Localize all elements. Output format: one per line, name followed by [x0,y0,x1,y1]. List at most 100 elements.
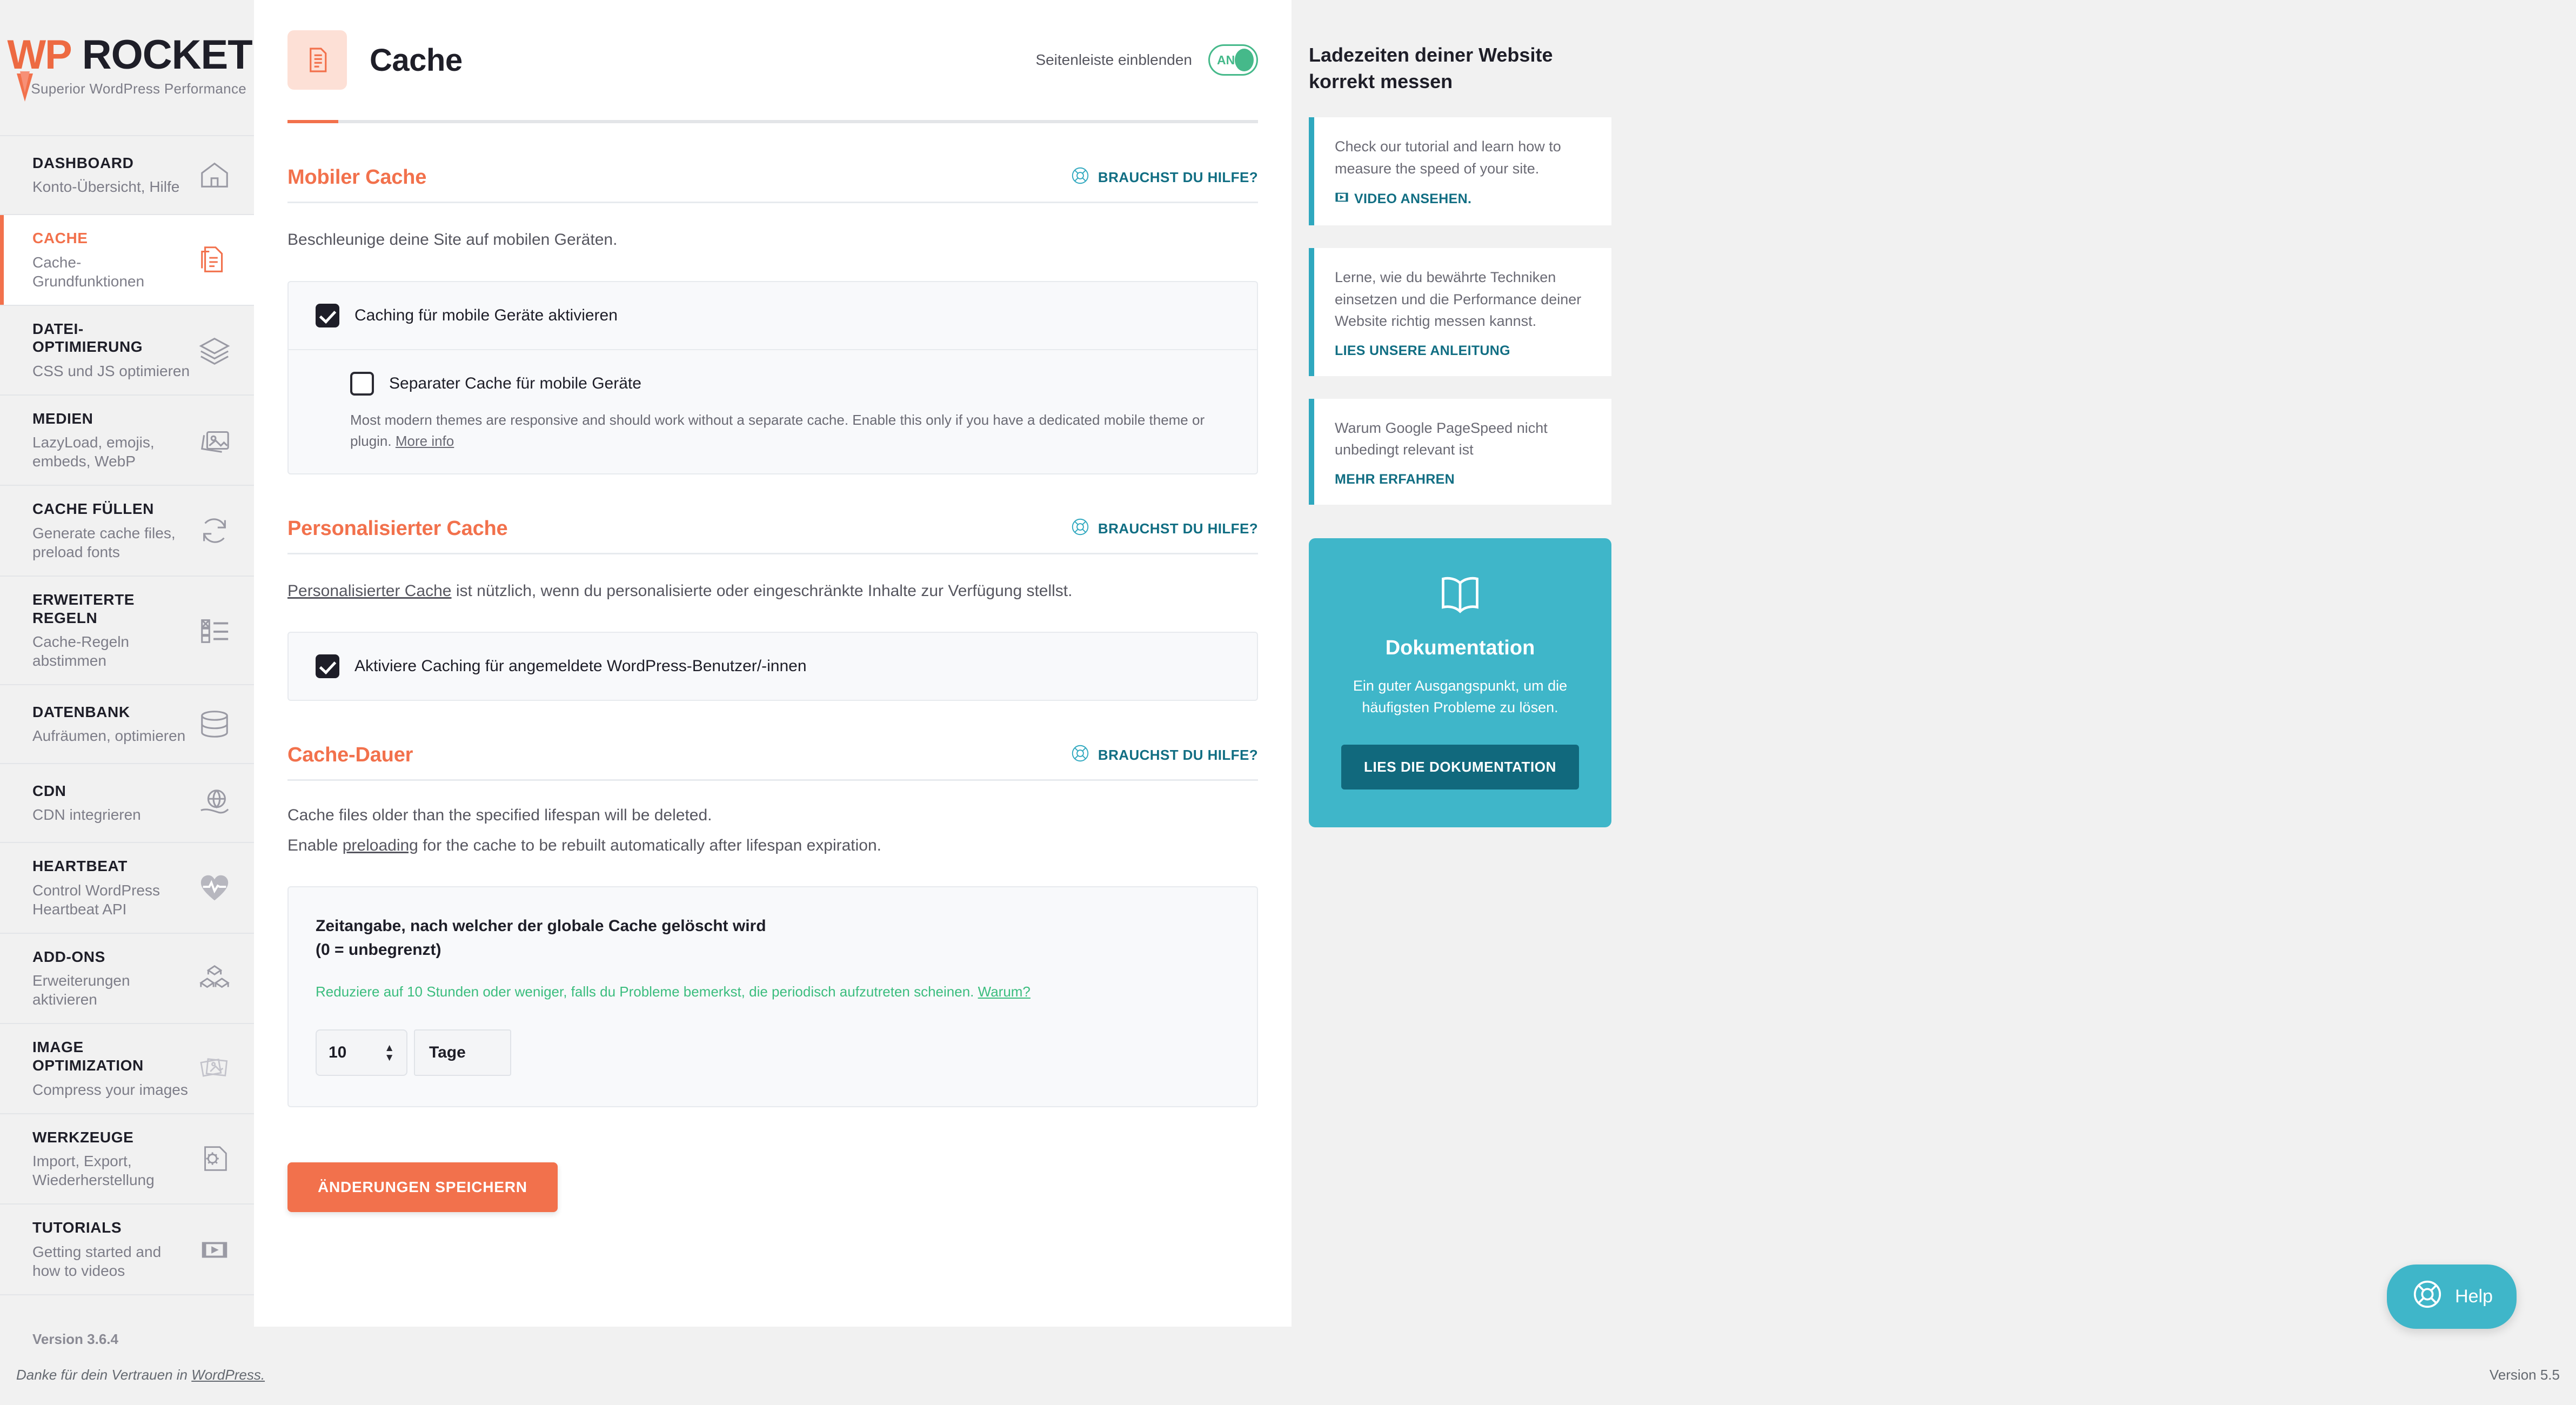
note-text: Most modern themes are responsive and sh… [350,411,1205,449]
globe-hand-icon [198,786,231,820]
lifebuoy-icon [1070,165,1090,190]
book-icon [1330,572,1590,617]
checklist-icon [198,614,231,647]
footer-credit: Danke für dein Vertrauen in WordPress. [16,1367,265,1383]
section-description: Personalisierter Cache ist nützlich, wen… [287,579,1258,603]
sidebar-item-cache[interactable]: CACHE Cache-Grundfunktionen [0,215,254,306]
tip-text: Check our tutorial and learn how to meas… [1335,138,1561,177]
sidebar-item-medien[interactable]: MEDIEN LazyLoad, emojis, embeds, WebP [0,396,254,486]
chevron-up-icon[interactable]: ▲ [384,1042,394,1053]
tip-card: Warum Google PageSpeed nicht unbedingt r… [1309,398,1611,505]
section-mobile-cache: Mobiler Cache BRAUCHST DU HILFE? Beschle… [287,123,1258,474]
sidebar-item-title: DASHBOARD [32,154,134,171]
sidebar-item-subtitle: Erweiterungen aktivieren [32,972,130,1008]
gear-file-icon [198,1142,231,1175]
sidebar-item-subtitle: Cache-Regeln abstimmen [32,633,129,670]
tab-underline [287,120,1258,123]
help-link-mobile-cache[interactable]: BRAUCHST DU HILFE? [1070,165,1258,190]
help-link-personalized-cache[interactable]: BRAUCHST DU HILFE? [1070,517,1258,541]
tip-cta-read-guide[interactable]: LIES UNSERE ANLEITUNG [1335,343,1592,359]
logo-wp-text: WP [7,32,72,78]
help-floating-button[interactable]: Help [2387,1264,2517,1329]
personalized-cache-panel: Aktiviere Caching für angemeldete WordPr… [287,632,1258,701]
section-title: Personalisierter Cache [287,517,508,540]
lifespan-warning: Reduziere auf 10 Stunden oder weniger, f… [316,982,1230,1001]
save-changes-button[interactable]: ÄNDERUNGEN SPEICHERN [287,1162,558,1213]
preloading-link[interactable]: preloading [343,837,418,854]
page-title: Cache [370,42,463,78]
home-icon [198,158,231,192]
tip-card: Check our tutorial and learn how to meas… [1309,117,1611,226]
warning-why-link[interactable]: Warum? [978,983,1031,1000]
read-documentation-button[interactable]: LIES DIE DOKUMENTATION [1341,744,1579,790]
help-link-label: BRAUCHST DU HILFE? [1098,169,1258,185]
sidebar-item-dashboard[interactable]: DASHBOARD Konto-Übersicht, Hilfe [0,136,254,215]
tip-text: Lerne, wie du bewährte Techniken einsetz… [1335,269,1582,330]
wp-rocket-logo: WP ROCKET Superior WordPress Performance [0,0,254,135]
lifespan-description-1: Cache files older than the specified lif… [287,806,712,824]
tip-cta-label: MEHR ERFAHREN [1335,471,1455,487]
toggle-state-label: AN [1217,52,1235,67]
sidebar-item-heartbeat[interactable]: HEARTBEAT Control WordPress Heartbeat AP… [0,843,254,934]
help-fab-label: Help [2455,1286,2493,1307]
chevron-down-icon[interactable]: ▼ [384,1053,394,1063]
personalized-cache-link[interactable]: Personalisierter Cache [287,582,451,600]
sidebar-visibility-toggle[interactable]: AN [1208,44,1258,76]
tip-cta-watch-video[interactable]: VIDEO ANSEHEN. [1335,190,1592,208]
lifespan-unit-label: Tage [429,1043,466,1062]
mobile-cache-main-row: Caching für mobile Geräte aktivieren [289,282,1257,349]
checkbox-label: Separater Cache für mobile Geräte [389,374,641,392]
right-sidebar: Ladezeiten deiner Website korrekt messen… [1309,0,1611,827]
checkbox-enable-logged-in-caching[interactable] [316,654,339,678]
sidebar-nav: DASHBOARD Konto-Übersicht, Hilfe CACHE C… [0,135,254,1295]
lifespan-number-input[interactable]: 10 ▲ ▼ [316,1029,407,1076]
sidebar-item-subtitle: Generate cache files, preload fonts [32,524,176,560]
tip-card: Lerne, wie du bewährte Techniken einsetz… [1309,248,1611,376]
rocket-flame-inner-icon [20,71,30,93]
sidebar-toggle-label: Seitenleiste einblenden [1035,51,1192,68]
tip-text: Warum Google PageSpeed nicht unbedingt r… [1335,419,1548,458]
section-cache-lifespan: Cache-Dauer BRAUCHST DU HILFE? Cache fil… [287,701,1258,1108]
sidebar-item-add-ons[interactable]: ADD-ONS Erweiterungen aktivieren [0,934,254,1025]
sidebar-item-datenbank[interactable]: DATENBANK Aufräumen, optimieren [0,685,254,765]
sidebar-item-cdn[interactable]: CDN CDN integrieren [0,764,254,844]
lifespan-unit-select[interactable]: Tage [414,1029,511,1076]
sidebar-item-tutorials[interactable]: TUTORIALS Getting started and how to vid… [0,1205,254,1295]
desc-post: for the cache to be rebuilt automaticall… [418,836,882,854]
lifespan-field-title-2: (0 = unbegrenzt) [316,940,441,959]
refresh-icon [198,514,231,547]
help-link-cache-lifespan[interactable]: BRAUCHST DU HILFE? [1070,743,1258,767]
more-info-link[interactable]: More info [396,433,454,449]
sidebar-item-subtitle: Import, Export, Wiederherstellung [32,1153,155,1189]
sidebar-item-cache-fuellen[interactable]: CACHE FÜLLEN Generate cache files, prelo… [0,486,254,577]
number-stepper[interactable]: ▲ ▼ [384,1042,394,1063]
sidebar-item-werkzeuge[interactable]: WERKZEUGE Import, Export, Wiederherstell… [0,1114,254,1205]
warning-text: Reduziere auf 10 Stunden oder weniger, f… [316,983,978,1000]
sidebar-item-subtitle: Control WordPress Heartbeat API [32,881,160,918]
sidebar-item-datei-optimierung[interactable]: DATEI-OPTIMIERUNG CSS und JS optimieren [0,306,254,396]
settings-content: Mobiler Cache BRAUCHST DU HILFE? Beschle… [254,123,1292,1234]
sidebar-item-erweiterte-regeln[interactable]: ERWEITERTE REGELN Cache-Regeln abstimmen [0,577,254,686]
section-title: Mobiler Cache [287,166,427,189]
checkbox-enable-mobile-caching[interactable] [316,303,339,327]
sidebar-item-title: MEDIEN [32,410,93,427]
sidebar: WP ROCKET Superior WordPress Performance… [0,0,254,1347]
section-personalized-cache: Personalisierter Cache BRAUCHST DU HILFE… [287,474,1258,701]
sidebar-item-image-optimization[interactable]: IMAGE OPTIMIZATION Compress your images [0,1024,254,1114]
sidebar-item-subtitle: CSS und JS optimieren [32,362,190,379]
sidebar-item-title: DATENBANK [32,703,130,720]
footer-credit-text: Danke für dein Vertrauen in [16,1367,192,1383]
lifespan-value: 10 [329,1043,347,1062]
sidebar-item-subtitle: CDN integrieren [32,806,141,824]
video-icon [1335,190,1349,208]
lifebuoy-icon [1070,743,1090,767]
tip-cta-learn-more[interactable]: MEHR ERFAHREN [1335,472,1592,487]
wordpress-link[interactable]: WordPress. [191,1367,265,1383]
mobile-cache-panel: Caching für mobile Geräte aktivieren Sep… [287,280,1258,474]
lifespan-row: Zeitangabe, nach welcher der globale Cac… [289,887,1257,1106]
mobile-cache-sub-row: Separater Cache für mobile Geräte Most m… [289,349,1257,473]
lifespan-panel: Zeitangabe, nach welcher der globale Cac… [287,886,1258,1108]
checkbox-separate-mobile-cache[interactable] [350,371,374,396]
sidebar-item-subtitle: Cache-Grundfunktionen [32,253,145,290]
lifebuoy-icon [1070,517,1090,541]
